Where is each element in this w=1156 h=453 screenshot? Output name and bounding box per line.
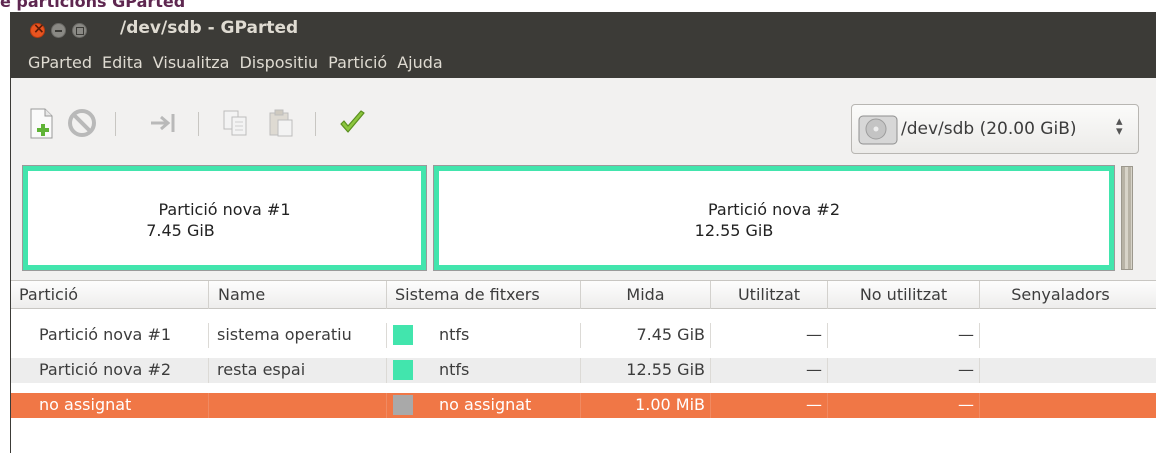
- disk-map: Partició nova #1 7.45 GiB Partició nova …: [11, 166, 1156, 280]
- device-selector[interactable]: /dev/sdb (20.00 GiB) ▴ ▾: [851, 104, 1139, 154]
- partition-cell: Partició nova #1: [11, 323, 209, 348]
- flags-cell: [980, 393, 1141, 418]
- flags-cell: [980, 358, 1141, 383]
- filesystem-color-swatch: [393, 360, 413, 380]
- menu-help[interactable]: Ajuda: [397, 53, 443, 72]
- partition-block-1-name: Partició nova #1: [158, 200, 291, 219]
- name-cell: resta espai: [209, 358, 387, 383]
- column-header-size[interactable]: Mida: [581, 281, 711, 309]
- filesystem-text: no assignat: [439, 395, 532, 414]
- filesystem-color-swatch: [393, 395, 413, 415]
- toolbar-separator: [198, 112, 199, 136]
- resize-move-icon[interactable]: [149, 108, 177, 138]
- hard-disk-icon: [858, 114, 898, 146]
- background-window-title: e particions GParted: [0, 0, 1156, 12]
- unallocated-block[interactable]: [1121, 166, 1133, 270]
- filesystem-text: ntfs: [439, 360, 470, 379]
- column-header-filesystem[interactable]: Sistema de fitxers: [387, 281, 581, 309]
- column-header-used[interactable]: Utilitzat: [711, 281, 828, 309]
- unused-cell: —: [828, 323, 980, 348]
- filesystem-cell: no assignat: [387, 393, 581, 418]
- window-title: /dev/sdb - GParted: [120, 18, 299, 38]
- unused-cell: —: [828, 358, 980, 383]
- size-cell: 1.00 MiB: [581, 393, 711, 418]
- table-header: Partició Name Sistema de fitxers Mida Ut…: [11, 280, 1156, 309]
- name-cell: [209, 393, 387, 418]
- menu-device[interactable]: Dispositiu: [239, 53, 318, 72]
- filesystem-cell: ntfs: [387, 323, 581, 348]
- device-label: /dev/sdb (20.00 GiB): [901, 119, 1077, 139]
- title-bar: /dev/sdb - GParted: [11, 12, 1156, 46]
- menu-partition[interactable]: Partició: [328, 53, 387, 72]
- selector-arrows-icon: ▴ ▾: [1116, 114, 1123, 139]
- column-header-partition[interactable]: Partició: [11, 281, 209, 309]
- column-header-name[interactable]: Name: [209, 281, 387, 309]
- used-cell: —: [711, 323, 828, 348]
- partition-table: Partició Name Sistema de fitxers Mida Ut…: [11, 280, 1156, 453]
- partition-block-1-size: 7.45 GiB: [146, 221, 215, 240]
- menu-gparted[interactable]: GParted: [28, 53, 92, 72]
- name-cell: sistema operatiu: [209, 323, 387, 348]
- delete-icon[interactable]: [67, 108, 96, 138]
- filesystem-cell: ntfs: [387, 358, 581, 383]
- paste-icon[interactable]: [266, 108, 294, 138]
- partition-cell: no assignat: [11, 393, 209, 418]
- partition-block-1[interactable]: Partició nova #1 7.45 GiB: [23, 166, 426, 270]
- close-window-button[interactable]: [30, 21, 45, 38]
- flags-cell: [980, 323, 1141, 348]
- menu-view[interactable]: Visualitza: [153, 53, 230, 72]
- partition-block-2[interactable]: Partició nova #2 12.55 GiB: [434, 166, 1114, 270]
- size-cell: 7.45 GiB: [581, 323, 711, 348]
- toolbar-separator: [115, 112, 116, 136]
- toolbar-separator: [315, 112, 316, 136]
- partition-cell: Partició nova #2: [11, 358, 209, 383]
- filesystem-color-swatch: [393, 325, 413, 345]
- size-cell: 12.55 GiB: [581, 358, 711, 383]
- table-row-selected[interactable]: no assignat no assignat 1.00 MiB — —: [11, 393, 1156, 418]
- table-row[interactable]: Partició nova #2 resta espai ntfs 12.55 …: [11, 358, 1156, 383]
- toolbar: /dev/sdb (20.00 GiB) ▴ ▾: [11, 78, 1156, 166]
- gparted-window: /dev/sdb - GParted GParted Edita Visuali…: [10, 12, 1156, 453]
- used-cell: —: [711, 393, 828, 418]
- filesystem-text: ntfs: [439, 325, 470, 344]
- partition-block-2-size: 12.55 GiB: [694, 221, 774, 240]
- used-cell: —: [711, 358, 828, 383]
- partition-block-2-name: Partició nova #2: [707, 200, 841, 219]
- column-header-flags[interactable]: Senyaladors: [980, 281, 1141, 309]
- menu-bar: GParted Edita Visualitza Dispositiu Part…: [11, 46, 1156, 78]
- maximize-window-button[interactable]: [72, 23, 87, 38]
- column-header-unused[interactable]: No utilitzat: [828, 281, 980, 309]
- new-partition-icon[interactable]: [28, 108, 56, 139]
- copy-icon[interactable]: [221, 108, 249, 138]
- minimize-window-button[interactable]: [51, 23, 66, 38]
- unused-cell: —: [828, 393, 980, 418]
- menu-edit[interactable]: Edita: [102, 53, 143, 72]
- apply-icon[interactable]: [338, 108, 366, 138]
- table-row[interactable]: Partició nova #1 sistema operatiu ntfs 7…: [11, 323, 1156, 348]
- background-window-title-text: e particions GParted: [0, 0, 186, 11]
